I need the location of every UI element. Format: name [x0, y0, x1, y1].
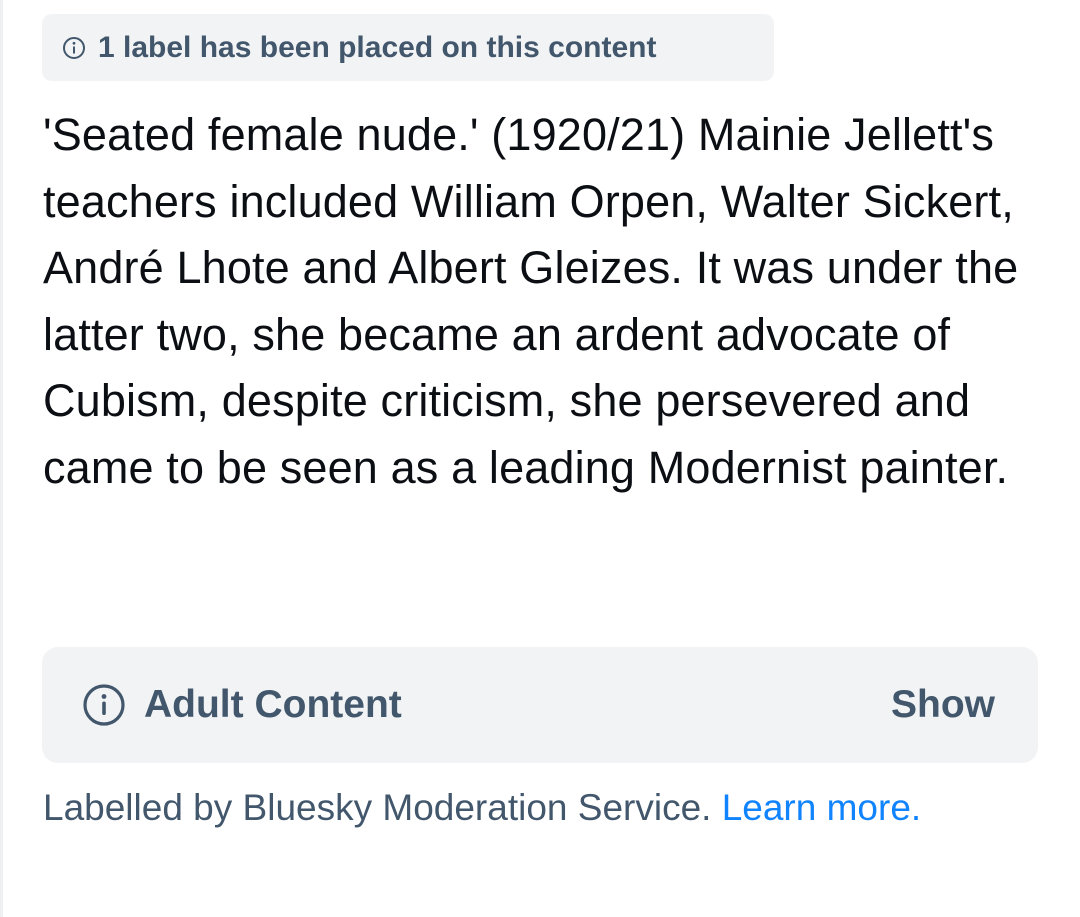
label-notice-chip[interactable]: 1 label has been placed on this content: [42, 14, 774, 81]
learn-more-link[interactable]: Learn more.: [722, 787, 922, 828]
label-notice-text: 1 label has been placed on this content: [98, 30, 657, 64]
labelled-by-text: Labelled by Bluesky Moderation Service.: [43, 787, 712, 828]
post-text: 'Seated female nude.' (1920/21) Mainie J…: [43, 109, 1019, 493]
content-warning-box[interactable]: Adult Content Show: [42, 647, 1038, 763]
labelled-by-notice: Labelled by Bluesky Moderation Service. …: [43, 782, 1023, 834]
info-icon: [83, 684, 125, 726]
left-divider: [0, 0, 3, 917]
show-button[interactable]: Show: [891, 683, 995, 727]
content-warning-title: Adult Content: [144, 683, 402, 726]
info-icon: [63, 36, 85, 59]
